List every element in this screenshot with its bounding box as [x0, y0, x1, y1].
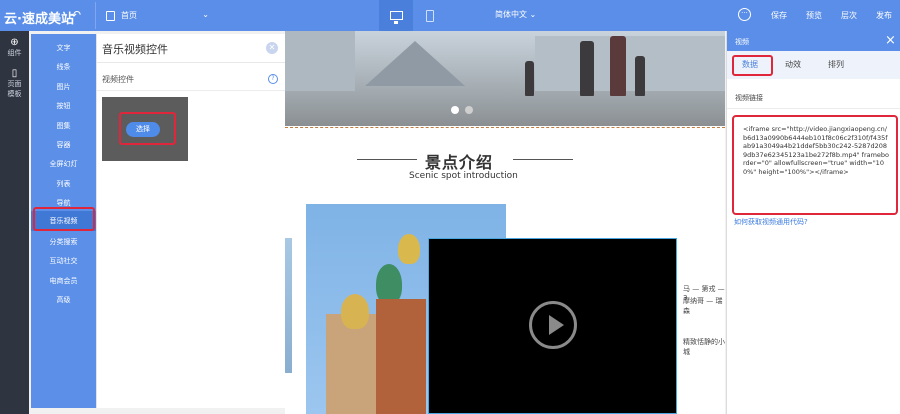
- rail-item-label: 页面: [7, 80, 22, 88]
- section-divider: [285, 127, 725, 128]
- category-item[interactable]: 高级: [31, 295, 96, 305]
- category-item[interactable]: 电商会员: [31, 276, 96, 286]
- divider: [97, 90, 286, 91]
- side-photo: [285, 238, 292, 373]
- category-item[interactable]: 按钮: [31, 101, 96, 111]
- building-shape: [285, 31, 355, 91]
- tablet-icon: [426, 9, 434, 22]
- widget-section-label: 视频控件: [102, 75, 134, 84]
- category-item[interactable]: 线条: [31, 62, 96, 72]
- category-item[interactable]: 互动社交: [31, 256, 96, 266]
- tablet-view-button[interactable]: [413, 0, 447, 31]
- hero-banner-image: [285, 31, 725, 126]
- carousel-dot[interactable]: [465, 106, 473, 114]
- editor-canvas[interactable]: 景点介绍 Scenic spot introduction 旅 马 — 第戎 —…: [285, 31, 725, 414]
- chevron-down-icon: ⌄: [529, 10, 537, 19]
- category-item[interactable]: 全屏幻灯: [31, 159, 96, 169]
- dome-shape: [398, 234, 420, 264]
- tab-arrange[interactable]: 排列: [828, 59, 844, 70]
- section-subtitle: Scenic spot introduction: [409, 171, 518, 181]
- tower-shape: [376, 299, 426, 414]
- highlight-outline: [33, 207, 95, 231]
- page-icon: [106, 10, 115, 21]
- video-code-input[interactable]: <iframe src="http://video.jiangxiaopeng.…: [732, 115, 898, 215]
- category-item[interactable]: 列表: [31, 179, 96, 189]
- highlight-outline: [732, 55, 773, 76]
- pyramid-shape: [365, 41, 465, 86]
- person-shape: [610, 36, 626, 96]
- page-icon: ▯: [11, 68, 18, 79]
- person-shape: [635, 56, 645, 96]
- carousel-dots: [451, 106, 473, 114]
- more-dots-icon[interactable]: ···: [738, 8, 751, 21]
- chevron-down-icon: ⌄: [202, 10, 209, 19]
- tab-animation[interactable]: 动效: [785, 59, 801, 70]
- desktop-view-button[interactable]: [379, 0, 413, 31]
- divider: [727, 108, 900, 109]
- left-rail: ⊕ 组件 ▯ 页面 模板: [0, 31, 29, 414]
- rail-item-label: 组件: [7, 49, 22, 57]
- device-switcher: [379, 0, 447, 31]
- help-link[interactable]: 如何获取视频通用代码?: [734, 217, 808, 227]
- category-item[interactable]: 图集: [31, 121, 96, 131]
- divider: [97, 62, 286, 63]
- top-toolbar: 云·速成美站 ↶ 首页 ⌄ 简体中文 ⌄ ··· 保存 预览 层次 发布: [0, 0, 900, 31]
- close-icon[interactable]: ×: [885, 33, 896, 48]
- properties-panel: 视频 × 数据 动效 排列 视频链接 <iframe src="http://v…: [726, 31, 900, 414]
- category-item[interactable]: 分类搜索: [31, 237, 96, 247]
- title-line: [513, 159, 573, 160]
- app-logo: 云·速成美站: [4, 12, 74, 27]
- dome-shape: [376, 264, 402, 304]
- page-select-label: 首页: [121, 11, 137, 20]
- preview-button[interactable]: 预览: [806, 10, 822, 21]
- video-player[interactable]: [428, 238, 677, 414]
- dome-shape: [341, 294, 369, 329]
- category-item[interactable]: 文字: [31, 43, 96, 53]
- article-text: 摩纳哥 — 瑞森: [683, 297, 723, 315]
- page-select[interactable]: 首页 ⌄: [95, 2, 217, 29]
- language-select[interactable]: 简体中文 ⌄: [495, 9, 536, 20]
- rail-item-pages[interactable]: ▯ 页面 模板: [0, 68, 29, 99]
- video-link-label: 视频链接: [735, 94, 763, 102]
- play-icon[interactable]: [529, 301, 577, 349]
- person-shape: [580, 41, 594, 96]
- category-item[interactable]: 图片: [31, 82, 96, 92]
- person-shape: [525, 61, 534, 96]
- help-icon[interactable]: ?: [268, 74, 278, 84]
- title-line: [357, 159, 417, 160]
- monitor-icon: [389, 11, 403, 24]
- highlight-outline: [119, 112, 176, 145]
- properties-header: 视频 ×: [727, 31, 900, 51]
- category-item[interactable]: 容器: [31, 140, 96, 150]
- building-shape: [535, 36, 725, 91]
- properties-title: 视频: [735, 38, 749, 46]
- save-button[interactable]: 保存: [771, 10, 787, 21]
- plus-circle-icon: ⊕: [10, 37, 19, 48]
- layers-button[interactable]: 层次: [841, 10, 857, 21]
- section-title: 景点介绍: [425, 153, 494, 172]
- carousel-dot[interactable]: [451, 106, 459, 114]
- close-icon[interactable]: ✕: [266, 42, 278, 54]
- publish-button[interactable]: 发布: [876, 10, 892, 21]
- widget-panel-title: 音乐视频控件: [102, 43, 168, 56]
- undo-icon[interactable]: ↶: [71, 8, 81, 22]
- rail-item-components[interactable]: ⊕ 组件: [0, 37, 29, 58]
- widget-panel: 音乐视频控件 ✕ 视频控件 ? 选择: [96, 34, 286, 408]
- rail-item-label: 模板: [7, 90, 22, 98]
- article-text: 精致恬静的小城: [683, 338, 725, 356]
- language-select-label: 简体中文: [495, 10, 527, 19]
